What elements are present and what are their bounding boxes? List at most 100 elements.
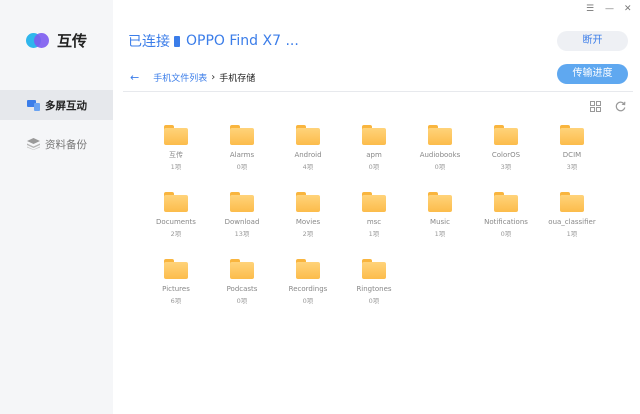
folder-name: Movies xyxy=(295,218,321,226)
folder-count: 2项 xyxy=(302,230,314,238)
folder-item[interactable]: Movies 2项 xyxy=(275,191,341,258)
folder-icon xyxy=(362,125,386,145)
back-arrow-icon[interactable]: ← xyxy=(130,71,139,84)
app-logo-icon xyxy=(26,32,50,50)
folder-count: 0项 xyxy=(500,230,512,238)
folder-item[interactable]: Notifications 0项 xyxy=(473,191,539,258)
folder-item[interactable]: Alarms 0项 xyxy=(209,124,275,191)
minimize-icon[interactable]: — xyxy=(605,4,614,14)
folder-count: 3项 xyxy=(566,163,578,171)
folder-icon xyxy=(230,192,254,212)
folder-icon xyxy=(362,259,386,279)
folder-item[interactable]: Audiobooks 0项 xyxy=(407,124,473,191)
app-window: 互传 多屏互动 资料备份 ☰ — ✕ 已连接 OPPO Find X7 ... … xyxy=(0,0,640,414)
sidebar-item-label: 多屏互动 xyxy=(45,99,87,112)
sidebar-item-backup[interactable]: 资料备份 xyxy=(0,129,113,159)
breadcrumb-current: 手机存储 xyxy=(219,74,256,84)
folder-name: Recordings xyxy=(288,285,328,293)
folder-name: oua_classifier xyxy=(548,218,596,226)
app-logo: 互传 xyxy=(26,30,87,51)
folder-name: Podcasts xyxy=(226,285,258,293)
folder-count: 4项 xyxy=(302,163,314,171)
folder-icon xyxy=(362,192,386,212)
folder-count: 0项 xyxy=(236,297,248,305)
device-name: OPPO Find X7 ... xyxy=(186,33,299,49)
folder-item[interactable]: apm 0项 xyxy=(341,124,407,191)
grid-view-icon[interactable] xyxy=(590,101,601,112)
folder-count: 1项 xyxy=(368,230,380,238)
folder-item[interactable]: Documents 2项 xyxy=(143,191,209,258)
folder-name: msc xyxy=(366,218,382,226)
breadcrumb-parent[interactable]: 手机文件列表 xyxy=(153,71,207,84)
close-icon[interactable]: ✕ xyxy=(624,4,632,14)
header-divider xyxy=(123,91,633,92)
folder-count: 0项 xyxy=(302,297,314,305)
folder-count: 0项 xyxy=(368,163,380,171)
connection-status: 已连接 xyxy=(128,34,170,50)
folder-name: Music xyxy=(430,218,450,226)
folder-item[interactable]: Ringtones 0项 xyxy=(341,258,407,325)
folder-icon xyxy=(230,259,254,279)
folder-icon xyxy=(428,125,452,145)
folder-count: 0项 xyxy=(434,163,446,171)
disconnect-button[interactable]: 断开 xyxy=(557,31,628,51)
phone-icon xyxy=(174,35,180,47)
folder-icon xyxy=(560,192,584,212)
folder-icon xyxy=(296,125,320,145)
folder-icon xyxy=(296,192,320,212)
folder-count: 0项 xyxy=(368,297,380,305)
folder-item[interactable]: Android 4项 xyxy=(275,124,341,191)
folder-name: Ringtones xyxy=(356,285,392,293)
folder-icon xyxy=(164,125,188,145)
folder-name: Alarms xyxy=(229,151,255,159)
folder-name: Download xyxy=(224,218,260,226)
folder-name: DCIM xyxy=(562,151,582,159)
folder-icon xyxy=(560,125,584,145)
folder-icon xyxy=(494,125,518,145)
folder-name: 互传 xyxy=(169,151,183,159)
folder-name: Pictures xyxy=(162,285,190,293)
folder-icon xyxy=(494,192,518,212)
folder-item[interactable]: Recordings 0项 xyxy=(275,258,341,325)
folder-name: Audiobooks xyxy=(419,151,461,159)
folder-name: Notifications xyxy=(484,218,528,226)
folder-item[interactable]: Music 1项 xyxy=(407,191,473,258)
folder-name: apm xyxy=(366,151,382,159)
menu-icon[interactable]: ☰ xyxy=(586,4,594,14)
folder-item[interactable]: msc 1项 xyxy=(341,191,407,258)
folder-icon xyxy=(230,125,254,145)
connection-title: 已连接 OPPO Find X7 ... xyxy=(128,31,299,51)
chevron-right-icon: › xyxy=(211,72,216,83)
folder-count: 13项 xyxy=(234,230,250,238)
folder-icon xyxy=(428,192,452,212)
folder-item[interactable]: Pictures 6项 xyxy=(143,258,209,325)
refresh-icon[interactable] xyxy=(615,101,626,112)
folder-item[interactable]: Download 13项 xyxy=(209,191,275,258)
folder-name: Android xyxy=(294,151,322,159)
folder-count: 1项 xyxy=(170,163,182,171)
folder-icon xyxy=(164,259,188,279)
folder-item[interactable]: oua_classifier 1项 xyxy=(539,191,605,258)
folder-count: 2项 xyxy=(170,230,182,238)
screens-icon xyxy=(27,100,40,111)
layers-icon xyxy=(27,138,40,150)
transfer-progress-button[interactable]: 传输进度 xyxy=(557,64,628,84)
folder-count: 6项 xyxy=(170,297,182,305)
folder-grid: 互传 1项 Alarms 0项 Android 4项 apm 0项 Audiobooks 0项 Co… xyxy=(143,124,633,325)
folder-count: 1项 xyxy=(434,230,446,238)
folder-name: Documents xyxy=(156,218,196,226)
folder-count: 1项 xyxy=(566,230,578,238)
folder-item[interactable]: DCIM 3项 xyxy=(539,124,605,191)
sidebar-item-multiscreen[interactable]: 多屏互动 xyxy=(0,90,113,120)
breadcrumb: ← 手机文件列表 › 手机存储 xyxy=(130,71,255,84)
folder-count: 3项 xyxy=(500,163,512,171)
folder-item[interactable]: 互传 1项 xyxy=(143,124,209,191)
sidebar: 互传 多屏互动 资料备份 xyxy=(0,0,113,414)
folder-icon xyxy=(296,259,320,279)
folder-item[interactable]: Podcasts 0项 xyxy=(209,258,275,325)
app-name: 互传 xyxy=(57,32,88,50)
folder-name: ColorOS xyxy=(491,151,521,159)
folder-count: 0项 xyxy=(236,163,248,171)
folder-item[interactable]: ColorOS 3项 xyxy=(473,124,539,191)
sidebar-item-label: 资料备份 xyxy=(45,138,87,151)
